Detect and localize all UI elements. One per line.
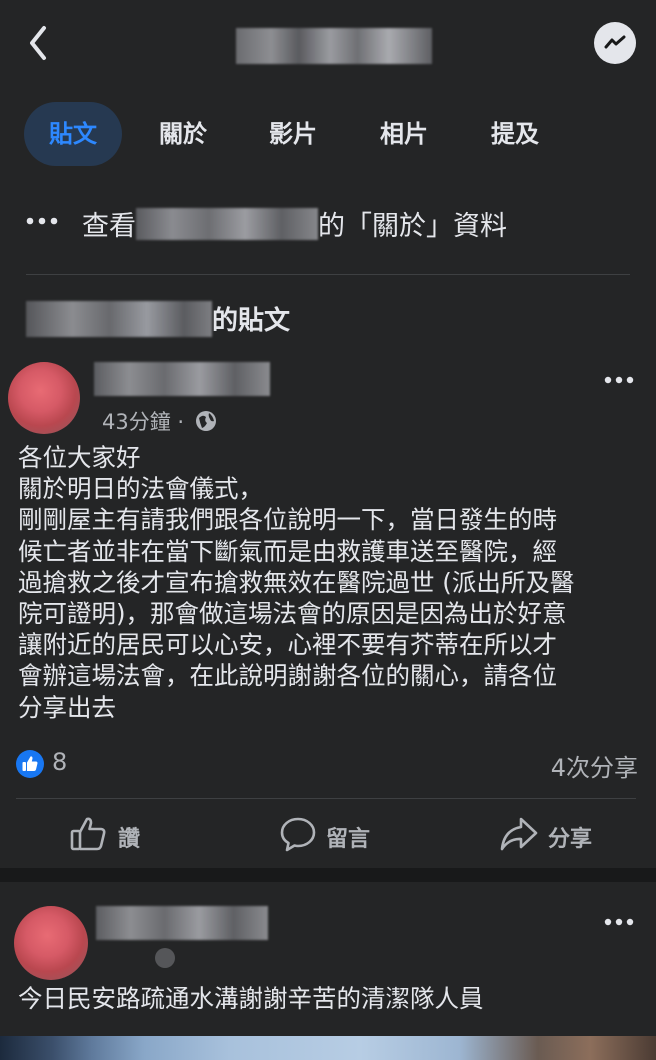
see-about-text: 查看 的「關於」資料 xyxy=(82,204,507,243)
blurred-name xyxy=(136,208,318,240)
author-name-blurred[interactable] xyxy=(96,906,268,940)
divider xyxy=(16,798,636,799)
avatar[interactable] xyxy=(14,906,88,980)
tab-about[interactable]: 關於 xyxy=(136,102,230,166)
post-meta-obscured xyxy=(96,946,176,970)
post-line: 院可證明)，那會做這場法會的原因是因為出於好意 xyxy=(18,599,567,629)
post-body: 今日民安路疏通水溝謝謝辛苦的清潔隊人員 xyxy=(18,984,484,1013)
thumbs-up-icon xyxy=(70,817,106,851)
like-button[interactable]: 讚 xyxy=(70,816,160,856)
see-about-row[interactable]: 查看 的「關於」資料 xyxy=(0,192,656,254)
post-line: 讓附近的居民可以心安，心裡不要有芥蒂在所以才 xyxy=(18,630,557,660)
profile-panel: 貼文 關於 影片 相片 提及 查看 的「關於」資料 的貼文 43分鐘 · 各位大家… xyxy=(0,88,656,868)
like-reaction-icon[interactable] xyxy=(16,750,44,778)
more-options-icon[interactable] xyxy=(604,376,634,384)
messenger-icon[interactable] xyxy=(594,22,636,64)
post-line: 關於明日的法會儀式， xyxy=(18,474,263,504)
like-count[interactable]: 8 xyxy=(52,748,67,776)
comment-button[interactable]: 留言 xyxy=(280,816,380,856)
comment-icon xyxy=(280,817,316,852)
post-meta: 43分鐘 · xyxy=(102,406,217,436)
post-line: 過搶救之後才宣布搶救無效在醫院過世 (派出所及醫 xyxy=(18,567,575,597)
chevron-left-icon[interactable] xyxy=(22,22,56,64)
avatar[interactable] xyxy=(8,362,80,434)
tab-photos[interactable]: 相片 xyxy=(357,102,451,166)
page-title-blurred xyxy=(236,28,432,64)
post-line: 各位大家好 xyxy=(18,443,141,472)
more-dots-icon xyxy=(26,217,58,225)
tab-videos[interactable]: 影片 xyxy=(246,102,340,166)
globe-icon xyxy=(195,411,216,431)
tab-bar: 貼文 關於 影片 相片 提及 xyxy=(0,102,656,168)
blurred-name xyxy=(26,301,212,337)
share-button[interactable]: 分享 xyxy=(500,816,600,856)
tab-posts[interactable]: 貼文 xyxy=(24,102,122,166)
posts-section-title: 的貼文 xyxy=(26,300,290,337)
post-line: 剛剛屋主有請我們跟各位說明一下，當日發生的時 xyxy=(18,505,557,535)
post-line: 候亡者並非在當下斷氣而是由救護車送至醫院，經 xyxy=(18,536,557,566)
top-bar xyxy=(0,0,656,88)
share-arrow-icon xyxy=(500,817,538,851)
share-count[interactable]: 4次分享 xyxy=(551,748,638,783)
globe-icon xyxy=(155,948,175,968)
author-name-blurred[interactable] xyxy=(94,362,270,396)
post-line: 會辦這場法會，在此說明謝謝各位的關心，請各位 xyxy=(18,661,557,691)
more-options-icon[interactable] xyxy=(604,918,634,926)
post-photo[interactable] xyxy=(0,1036,656,1060)
tab-mentions[interactable]: 提及 xyxy=(468,102,562,166)
divider xyxy=(26,274,630,275)
post-body: 各位大家好 關於明日的法會儀式， 剛剛屋主有請我們跟各位說明一下，當日發生的時 … xyxy=(18,442,638,723)
post-time[interactable]: 43分鐘 xyxy=(102,410,171,434)
post-line: 分享出去 xyxy=(18,692,116,722)
reactions-bar: 8 4次分享 xyxy=(16,748,638,783)
post-card-2: 今日民安路疏通水溝謝謝辛苦的清潔隊人員 xyxy=(0,882,656,1060)
